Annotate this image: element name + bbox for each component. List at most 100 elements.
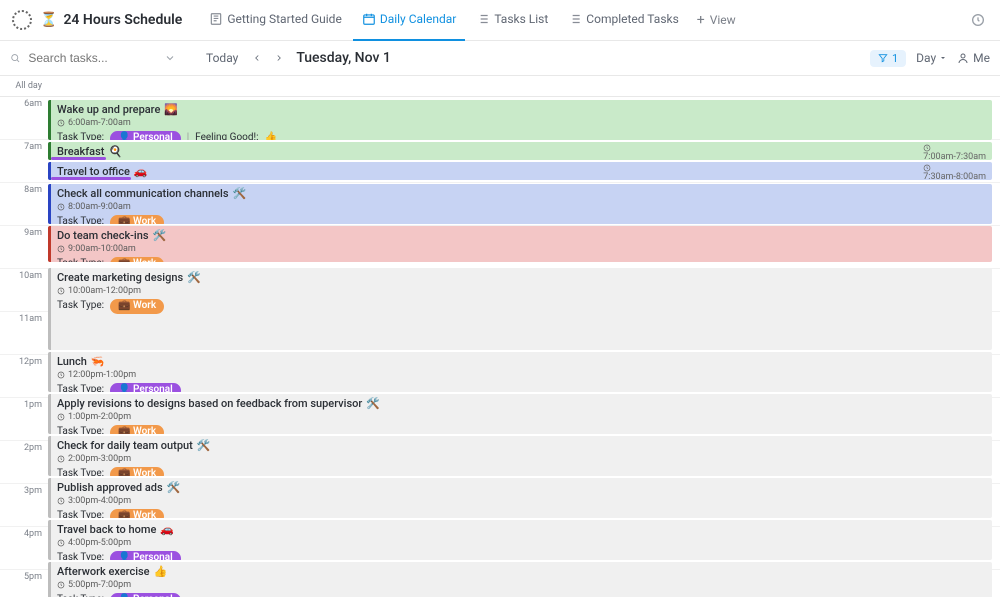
calendar-event[interactable]: Do team check-ins 🛠️9:00am-10:00amTask T… (48, 226, 992, 262)
all-day-label: All day (0, 81, 48, 91)
event-time: 10:00am-12:00pm (68, 286, 141, 297)
clock-icon (57, 119, 65, 127)
task-type-label: Task Type: (57, 594, 104, 597)
app-header: ⏳ 24 Hours Schedule Getting Started Guid… (0, 0, 1000, 41)
calendar-event[interactable]: Travel back to home 🚗4:00pm-5:00pmTask T… (48, 520, 992, 560)
event-time: 9:00am-10:00am (68, 244, 136, 255)
tab-label: Getting Started Guide (227, 12, 341, 26)
calendar-event[interactable]: Afterwork exercise 👍5:00pm-7:00pmTask Ty… (48, 562, 992, 597)
range-select[interactable]: Day (916, 51, 947, 65)
hour-label: 10am (0, 269, 48, 311)
hour-label: 2pm (0, 441, 48, 483)
chevron-down-icon (939, 54, 947, 62)
calendar-event[interactable]: Breakfast 🍳 7:00am-7:30am (48, 142, 992, 160)
task-type-label: Task Type: (57, 132, 104, 140)
event-emoji-icon: 🛠️ (232, 187, 246, 201)
calendar-event[interactable]: Check for daily team output 🛠️2:00pm-3:0… (48, 436, 992, 476)
task-type-badge[interactable]: 👤 Personal (110, 131, 181, 140)
event-title: Lunch (57, 355, 87, 369)
event-title: Publish approved ads (57, 481, 163, 495)
calendar-event[interactable]: Check all communication channels 🛠️8:00a… (48, 184, 992, 224)
me-button[interactable]: Me (957, 51, 990, 65)
add-view-button[interactable]: + View (688, 13, 745, 27)
prev-day-button[interactable] (246, 49, 268, 67)
range-label: Day (916, 51, 936, 65)
task-type-label: Task Type: (57, 384, 104, 392)
event-emoji-icon: 🌄 (164, 103, 178, 117)
calendar-toolbar: Today Tuesday, Nov 1 1 Day Me (0, 41, 1000, 76)
calendar-event[interactable]: Apply revisions to designs based on feed… (48, 394, 992, 434)
today-button[interactable]: Today (198, 47, 246, 69)
event-time: 3:00pm-4:00pm (68, 496, 131, 507)
tab-getting-started-guide[interactable]: Getting Started Guide (200, 0, 350, 41)
task-type-label: Task Type: (57, 216, 104, 224)
task-type-badge[interactable]: 💼 Work (110, 299, 164, 314)
event-emoji-icon: 🛠️ (167, 481, 181, 495)
filter-icon (878, 53, 888, 63)
hour-label: 5pm (0, 570, 48, 597)
clock-icon (57, 245, 65, 253)
calendar-event[interactable]: Publish approved ads 🛠️ 3:00pm-4:00pm Task… (48, 478, 992, 518)
task-type-badge[interactable]: 💼 Work (110, 215, 164, 224)
clock-icon (57, 203, 65, 211)
current-date-label: Tuesday, Nov 1 (296, 50, 391, 66)
tab-tasks-list[interactable]: Tasks List (467, 0, 557, 41)
task-type-label: Task Type: (57, 426, 104, 434)
event-emoji-icon: 🚗 (134, 165, 148, 179)
me-label: Me (973, 51, 990, 65)
feeling-label: Feeling Good!: (195, 132, 258, 140)
person-icon (957, 52, 969, 64)
clock-icon (57, 287, 65, 295)
task-type-label: Task Type: (57, 510, 104, 518)
hour-label: 12pm (0, 355, 48, 397)
clock-icon (57, 371, 65, 379)
clock-icon (57, 497, 65, 505)
event-title: Do team check-ins (57, 229, 149, 243)
event-title: Afterwork exercise (57, 565, 150, 579)
hour-label: 7am (0, 140, 48, 182)
tab-completed-tasks[interactable]: Completed Tasks (559, 0, 688, 41)
task-type-badge[interactable]: 💼 Work (110, 257, 164, 262)
event-emoji-icon: 🦐 (91, 355, 105, 369)
event-emoji-icon: 🚗 (160, 523, 174, 537)
app-logo-icon (12, 10, 32, 30)
calendar-body: 6am7am8am9am10am11am12pm1pm2pm3pm4pm5pm6… (0, 97, 1000, 597)
event-title: Check all communication channels (57, 187, 228, 201)
all-day-row: All day (0, 76, 1000, 97)
title-text: 24 Hours Schedule (63, 12, 182, 28)
task-type-badge[interactable]: 💼 Work (110, 509, 164, 518)
tab-daily-calendar[interactable]: Daily Calendar (353, 0, 466, 41)
event-time: 4:00pm-5:00pm (68, 538, 131, 549)
event-time: 7:30am-8:00am (923, 164, 986, 180)
task-type-badge[interactable]: 👤 Personal (110, 593, 181, 597)
workspace-title[interactable]: ⏳ 24 Hours Schedule (40, 12, 182, 28)
task-type-badge[interactable]: 👤 Personal (110, 383, 181, 392)
calendar-event[interactable]: Wake up and prepare 🌄6:00am-7:00amTask T… (48, 100, 992, 140)
hourglass-icon: ⏳ (40, 12, 57, 28)
event-emoji-icon: 👍 (154, 565, 168, 579)
filter-pill[interactable]: 1 (870, 50, 906, 67)
task-type-badge[interactable]: 💼 Work (110, 467, 164, 476)
next-day-button[interactable] (268, 49, 290, 67)
event-emoji-icon: 🛠️ (153, 229, 167, 243)
event-time: 12:00pm-1:00pm (68, 370, 136, 381)
automation-icon[interactable] (966, 8, 990, 32)
calendar-event[interactable]: Create marketing designs 🛠️10:00am-12:00… (48, 268, 992, 350)
search-box[interactable] (10, 50, 160, 66)
event-time: 2:00pm-3:00pm (68, 454, 131, 465)
calendar-event[interactable]: Travel to office 🚗 7:30am-8:00am (48, 162, 992, 180)
thumbs-up-icon: 👍 (265, 132, 277, 140)
tab-label: Daily Calendar (380, 12, 457, 26)
task-type-label: Task Type: (57, 468, 104, 476)
task-type-badge[interactable]: 👤 Personal (110, 551, 181, 560)
event-time: 7:00am-7:30am (923, 144, 986, 160)
hour-label: 4pm (0, 527, 48, 569)
calendar-event[interactable]: Lunch 🦐12:00pm-1:00pm Task Type: 👤 Person… (48, 352, 992, 392)
event-emoji-icon: 🛠️ (366, 397, 380, 411)
search-expand-icon[interactable] (160, 48, 180, 68)
search-input[interactable] (26, 50, 160, 66)
task-type-label: Task Type: (57, 300, 104, 313)
add-view-label: View (710, 13, 736, 27)
task-type-badge[interactable]: 💼 Work (110, 425, 164, 434)
event-title: Apply revisions to designs based on feed… (57, 397, 362, 411)
